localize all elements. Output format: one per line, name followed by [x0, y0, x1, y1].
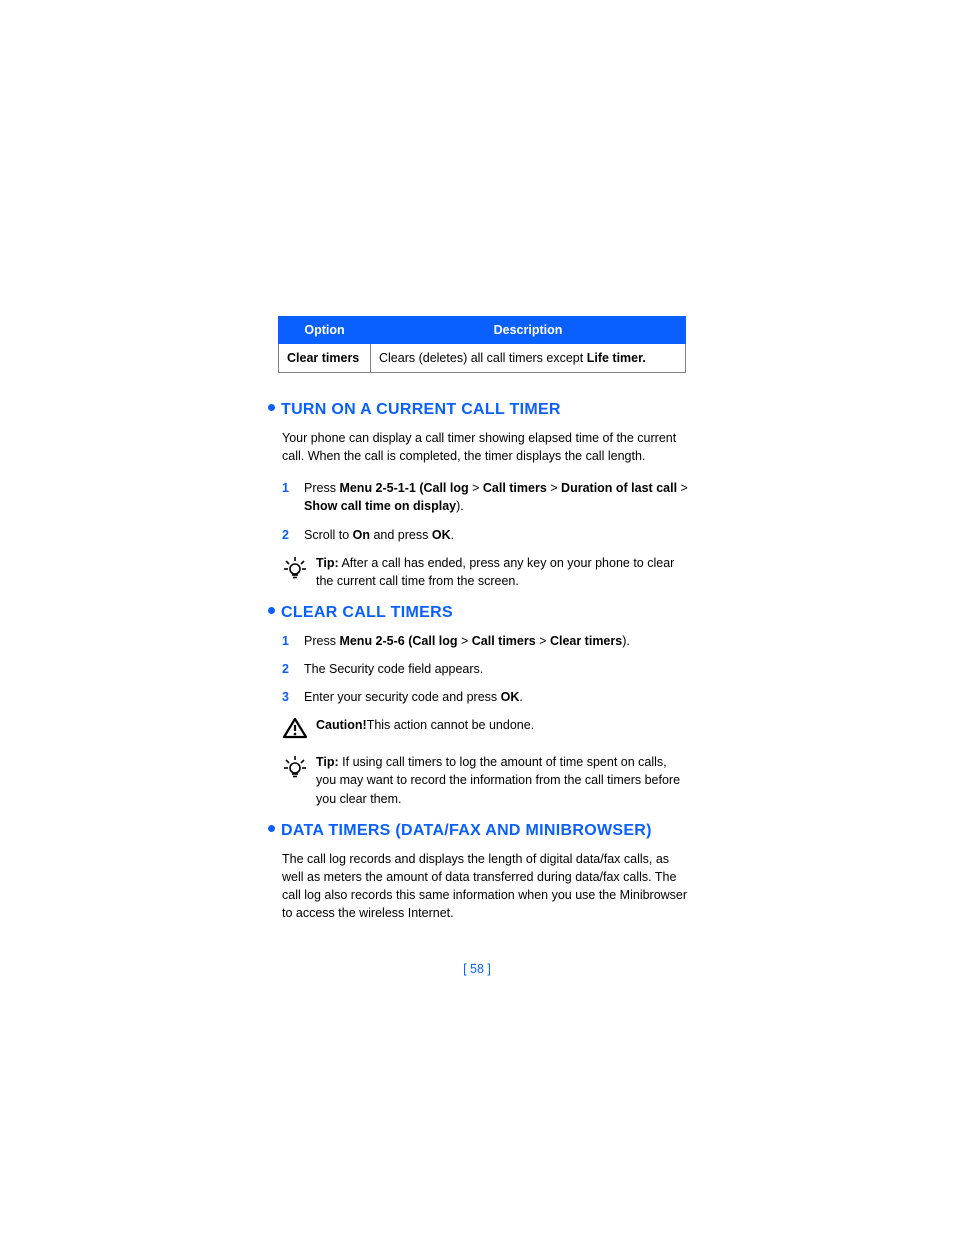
section-intro: The call log records and displays the le…: [282, 850, 688, 923]
table-header-description: Description: [371, 317, 686, 344]
page-number: [ 58 ]: [0, 962, 954, 976]
page-content: Option Description Clear timers Clears (…: [268, 316, 688, 936]
step-1: 1 Press Menu 2-5-1-1 (Call log > Call ti…: [282, 479, 688, 515]
step-2: 2 Scroll to On and press OK.: [282, 526, 688, 544]
section-heading-data-timers: DATA TIMERS (DATA/FAX AND MINIBROWSER): [268, 822, 688, 840]
bullet-icon: [268, 607, 275, 614]
options-table: Option Description Clear timers Clears (…: [278, 316, 686, 373]
caution-icon: [282, 717, 308, 739]
caution-note: Caution!This action cannot be undone.: [282, 716, 688, 739]
bullet-icon: [268, 825, 275, 832]
step-2: 2 The Security code field appears.: [282, 660, 688, 678]
step-1: 1 Press Menu 2-5-6 (Call log > Call time…: [282, 632, 688, 650]
bullet-icon: [268, 404, 275, 411]
table-row: Clear timers Clears (deletes) all call t…: [279, 344, 686, 373]
tip-note: Tip: After a call has ended, press any k…: [282, 554, 688, 590]
section-heading-clear-timers: CLEAR CALL TIMERS: [268, 604, 688, 622]
tip-note: Tip: If using call timers to log the amo…: [282, 753, 688, 807]
description-cell: Clears (deletes) all call timers except …: [371, 344, 686, 373]
table-header-option: Option: [279, 317, 371, 344]
section-intro: Your phone can display a call timer show…: [282, 429, 688, 465]
section-heading-turn-on-timer: TURN ON A CURRENT CALL TIMER: [268, 401, 688, 419]
tip-icon: [282, 555, 308, 581]
option-cell: Clear timers: [279, 344, 371, 373]
step-3: 3 Enter your security code and press OK.: [282, 688, 688, 706]
tip-icon: [282, 754, 308, 780]
